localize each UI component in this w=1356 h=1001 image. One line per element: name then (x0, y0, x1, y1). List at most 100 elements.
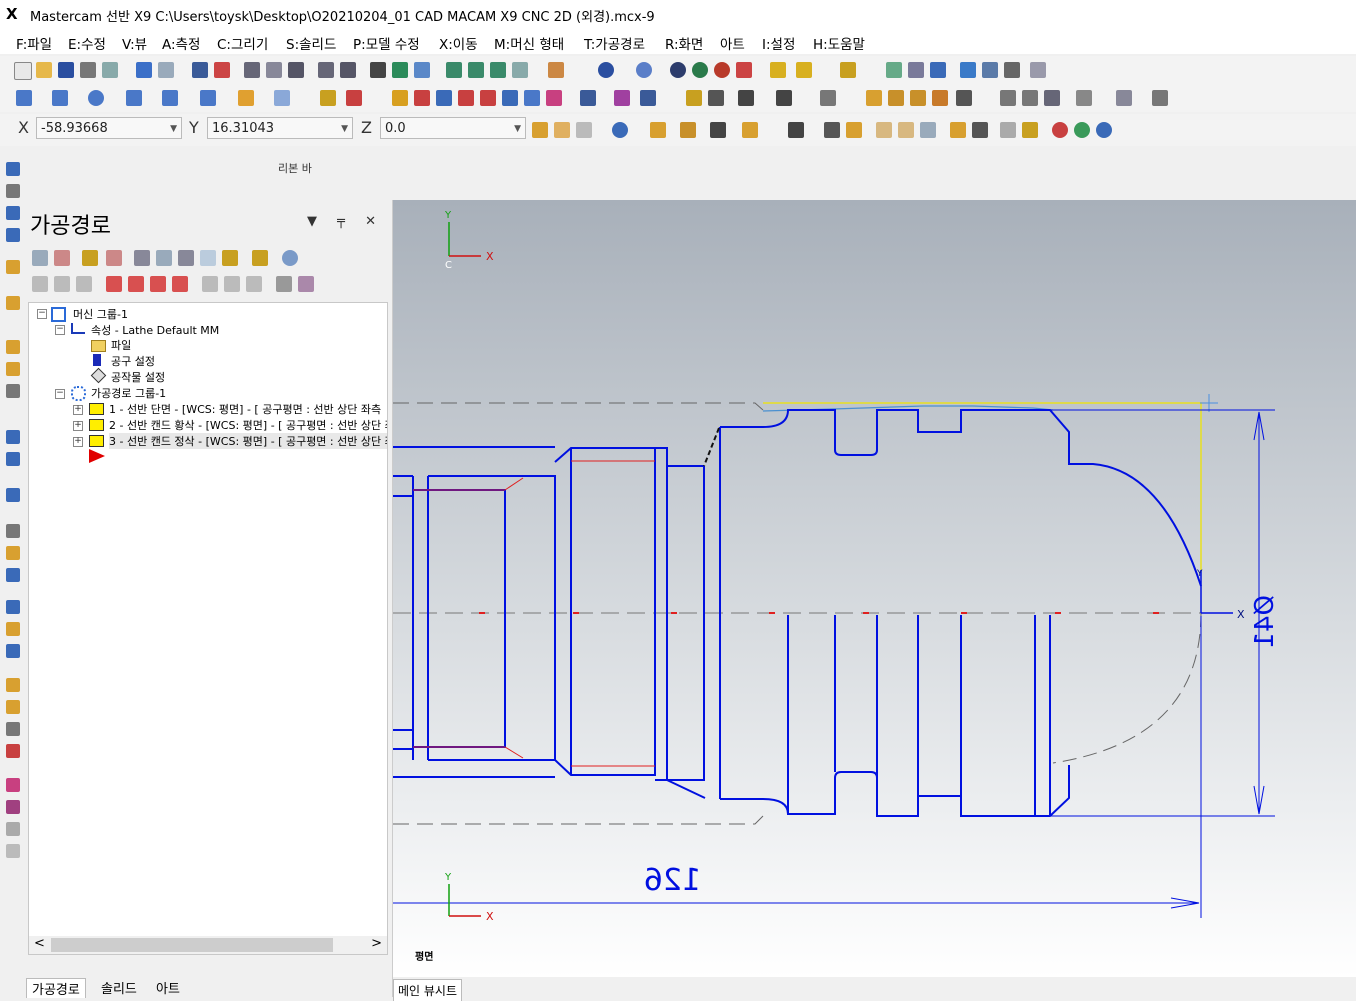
lathe-quick-icon[interactable] (6, 384, 20, 398)
regen-dirty-icon[interactable] (106, 250, 122, 266)
toggle-post-icon[interactable] (76, 276, 92, 292)
steady-rest-icon[interactable] (6, 524, 20, 538)
solid-extrude-icon[interactable] (1000, 90, 1016, 106)
fit-screen-icon[interactable] (192, 62, 208, 78)
menu-file[interactable]: F:파일 (16, 33, 52, 53)
lathe-groove-icon[interactable] (6, 260, 20, 274)
vector-select-icon[interactable] (788, 122, 804, 138)
window-select-icon[interactable] (742, 122, 758, 138)
lock-icon[interactable] (32, 276, 48, 292)
surface-revolve-icon[interactable] (910, 90, 926, 106)
chain-icon[interactable] (710, 122, 726, 138)
cylinder-icon[interactable] (238, 90, 254, 106)
move-up-icon[interactable] (128, 276, 144, 292)
analyze-distance-icon[interactable] (930, 62, 946, 78)
xform-roll-icon[interactable] (546, 90, 562, 106)
contour-icon[interactable] (6, 600, 20, 614)
select-all-icon[interactable] (650, 122, 666, 138)
dim-horizontal-icon[interactable] (738, 90, 754, 106)
surface-more-icon[interactable] (956, 90, 972, 106)
backplot-icon[interactable] (134, 250, 150, 266)
array-grid-icon[interactable] (614, 90, 630, 106)
menu-machine-type[interactable]: M:머신 형태 (494, 33, 564, 53)
lathe-thread-icon[interactable] (6, 296, 20, 310)
scroll-to-icon[interactable] (172, 276, 188, 292)
graphics-viewport[interactable]: Y X C Y X Ø41 126 Y X 평면 (393, 200, 1356, 977)
check-toolpath-icon[interactable] (6, 822, 20, 836)
view-front-icon[interactable] (468, 62, 484, 78)
transform-toolpath-icon[interactable] (6, 744, 20, 758)
edge-select-icon[interactable] (920, 122, 936, 138)
select-only-icon[interactable] (680, 122, 696, 138)
solid-layer-icon[interactable] (1152, 90, 1168, 106)
save-icon[interactable] (58, 62, 74, 78)
undo-icon[interactable] (136, 62, 152, 78)
selection-mode-icon[interactable] (1000, 122, 1016, 138)
solid-fillet-icon[interactable] (1116, 90, 1132, 106)
dynamic-rotate-icon[interactable] (370, 62, 386, 78)
select-all-ops-icon[interactable] (32, 250, 48, 266)
zoom-window-icon[interactable] (244, 62, 260, 78)
simulate-icon[interactable] (178, 250, 194, 266)
fast-point-icon[interactable] (532, 122, 548, 138)
grid-menu-icon[interactable] (1030, 62, 1046, 78)
lathe-rough-icon[interactable] (6, 184, 20, 198)
dim-vertical-icon[interactable] (776, 90, 792, 106)
expand-toggle[interactable]: − (55, 389, 65, 399)
trim-toolpath-icon[interactable] (6, 778, 20, 792)
menu-edit[interactable]: E:수정 (68, 33, 106, 53)
info-icon[interactable] (1096, 122, 1112, 138)
stock-flip-icon[interactable] (6, 546, 20, 560)
line-icon[interactable] (52, 90, 68, 106)
settings-gear-icon[interactable] (960, 62, 976, 78)
x-coord-input[interactable]: -58.93668 ▼ (36, 117, 182, 139)
line-style-icon[interactable] (770, 62, 786, 78)
tree-tool-settings[interactable]: 공구 설정 (111, 353, 155, 369)
open-file-icon[interactable] (36, 62, 52, 78)
surface-icon[interactable] (866, 90, 882, 106)
menu-view[interactable]: V:뷰 (122, 33, 147, 53)
autocursor-icon[interactable] (554, 122, 570, 138)
back-select-icon[interactable] (950, 122, 966, 138)
view-dropdown-icon[interactable] (548, 62, 564, 78)
expand-all-icon[interactable] (202, 276, 218, 292)
menu-xform[interactable]: X:이동 (439, 33, 478, 53)
pocket-icon[interactable] (6, 644, 20, 658)
tree-op-3[interactable]: 3 - 선반 캔드 정삭 - [WCS: 평면] - [ 공구평면 : 선반 상… (109, 433, 387, 449)
fillet-icon[interactable] (274, 90, 290, 106)
new-file-icon[interactable] (14, 62, 32, 80)
insert-arrow-icon[interactable] (150, 276, 166, 292)
options-icon[interactable] (276, 276, 292, 292)
panel-window-buttons[interactable]: ▼ ╤ ✕ (307, 214, 384, 229)
regen-selected-icon[interactable] (82, 250, 98, 266)
repaint-icon[interactable] (214, 62, 230, 78)
hidden-line-icon[interactable] (670, 62, 686, 78)
drill-2d-icon[interactable] (6, 622, 20, 636)
print-icon[interactable] (80, 62, 96, 78)
z-coord-input[interactable]: 0.0 ▼ (380, 117, 526, 139)
print-preview-icon[interactable] (102, 62, 118, 78)
help-icon[interactable] (612, 122, 628, 138)
point-icon[interactable] (16, 90, 32, 106)
tree-horizontal-scrollbar[interactable]: < > (28, 936, 388, 955)
translucency-icon[interactable] (714, 62, 730, 78)
expand-toggle[interactable]: + (73, 421, 83, 431)
insert-arrow-icon[interactable] (89, 449, 105, 463)
move-down-icon[interactable] (106, 276, 122, 292)
solid-select-icon[interactable] (846, 122, 862, 138)
high-feed-icon[interactable] (252, 250, 268, 266)
xform-array-icon[interactable] (524, 90, 540, 106)
xform-mirror-icon[interactable] (414, 90, 430, 106)
backside-icon[interactable] (736, 62, 752, 78)
xform-project-icon[interactable] (502, 90, 518, 106)
shaded-icon[interactable] (636, 62, 652, 78)
scroll-thumb[interactable] (51, 938, 333, 952)
chuck-icon[interactable] (6, 452, 20, 466)
tab-main-viewsheet[interactable]: 메인 뷰시트 (393, 979, 463, 1001)
chevron-down-icon[interactable]: ▼ (170, 118, 177, 140)
menu-model-prep[interactable]: P:모델 수정 (353, 33, 420, 53)
surface-loft-icon[interactable] (888, 90, 904, 106)
expand-toggle[interactable]: − (55, 325, 65, 335)
stock-icon[interactable] (6, 430, 20, 444)
menu-toolpaths[interactable]: T:가공경로 (584, 33, 645, 53)
